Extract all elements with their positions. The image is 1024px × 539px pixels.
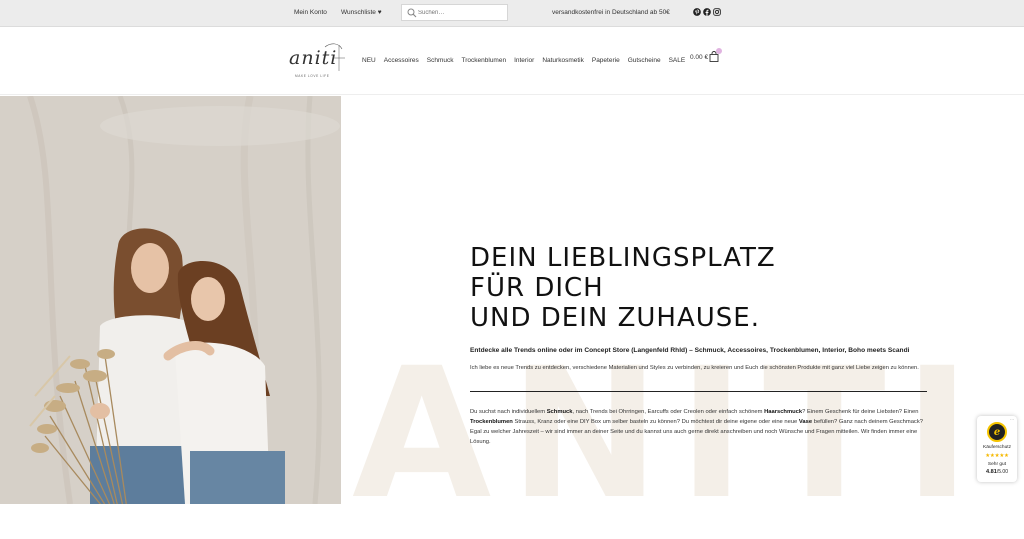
facebook-icon[interactable] xyxy=(703,8,711,16)
hero-subtext: Ich liebe es neue Trends zu entdecken, v… xyxy=(470,365,919,371)
cart-count-badge xyxy=(716,48,722,54)
trust-seal-icon: e xyxy=(987,422,1007,442)
nav-item-schmuck[interactable]: Schmuck xyxy=(427,57,454,64)
keyword-trockenblumen: Trockenblumen xyxy=(470,419,513,425)
nav-item-papeterie[interactable]: Papeterie xyxy=(592,57,620,64)
search-box[interactable] xyxy=(401,4,508,21)
headline-line-3: UND DEIN ZUHAUSE. xyxy=(470,303,760,333)
nav-item-sale[interactable]: SALE xyxy=(669,57,686,64)
nav-item-interior[interactable]: Interior xyxy=(514,57,534,64)
trust-badge[interactable]: ··· e Käuferschutz ★★★★★ Sehr gut 4.81/5… xyxy=(977,416,1017,482)
badge-menu-icon[interactable]: ··· xyxy=(1010,417,1014,422)
site-logo[interactable]: aniti MAKE LOVE LIFE xyxy=(287,41,349,81)
body-text-part: ? Einem Geschenk für deine Liebsten? Ein… xyxy=(802,409,919,415)
score-value: 4.81 xyxy=(985,469,997,475)
logo-tagline: MAKE LOVE LIFE xyxy=(295,74,330,78)
my-account-link[interactable]: Mein Konto xyxy=(294,9,327,16)
rating-stars-icon: ★★★★★ xyxy=(985,453,1009,459)
badge-label: Käuferschutz xyxy=(983,445,1011,450)
hero-photo-illustration xyxy=(0,96,341,504)
keyword-haarschmuck: Haarschmuck xyxy=(764,409,803,415)
rating-score: 4.81/5.00 xyxy=(977,469,1017,475)
shipping-notice: versandkostenfrei in Deutschland ab 50€ xyxy=(552,9,670,16)
hero-headline: DEIN LIEBLINGSPLATZ FÜR DICH UND DEIN ZU… xyxy=(470,243,776,333)
main-nav: NEU Accessoires Schmuck Trockenblumen In… xyxy=(362,57,685,64)
body-text-part: , nach Trends bei Ohrringen, Earcuffs od… xyxy=(572,409,765,415)
search-input[interactable] xyxy=(418,7,504,19)
rating-text: Sehr gut xyxy=(987,462,1007,467)
hero-intro: Entdecke alle Trends online oder im Conc… xyxy=(470,347,910,354)
logo-wordmark: aniti xyxy=(289,47,338,69)
nav-item-trockenblumen[interactable]: Trockenblumen xyxy=(462,57,507,64)
body-text-part: Du suchst nach individuellem xyxy=(470,409,547,415)
hero-photo xyxy=(0,96,341,504)
search-icon xyxy=(407,8,417,18)
pinterest-icon[interactable] xyxy=(693,8,701,16)
hero-body-text: Du suchst nach individuellem Schmuck, na… xyxy=(470,407,932,447)
nav-item-naturkosmetik[interactable]: Naturkosmetik xyxy=(542,57,584,64)
top-bar: Mein Konto Wunschliste ♥ versandkostenfr… xyxy=(0,0,1024,27)
instagram-icon[interactable] xyxy=(713,8,721,16)
body-text-part: Strauss, Kranz oder eine DIY Box um selb… xyxy=(512,419,799,425)
keyword-schmuck: Schmuck xyxy=(546,409,573,415)
headline-line-2: FÜR DICH xyxy=(470,273,604,303)
keyword-vase: Vase xyxy=(798,419,813,425)
wishlist-link[interactable]: Wunschliste ♥ xyxy=(341,9,382,16)
cart-total[interactable]: 0.00 € xyxy=(690,54,708,61)
main-header: aniti MAKE LOVE LIFE NEU Accessoires Sch… xyxy=(0,27,1024,95)
nav-item-accessoires[interactable]: Accessoires xyxy=(384,57,419,64)
section-divider xyxy=(470,391,927,392)
nav-item-gutscheine[interactable]: Gutscheine xyxy=(628,57,661,64)
headline-line-1: DEIN LIEBLINGSPLATZ xyxy=(470,243,776,273)
nav-item-neu[interactable]: NEU xyxy=(362,57,376,64)
score-max: /5.00 xyxy=(996,469,1008,475)
